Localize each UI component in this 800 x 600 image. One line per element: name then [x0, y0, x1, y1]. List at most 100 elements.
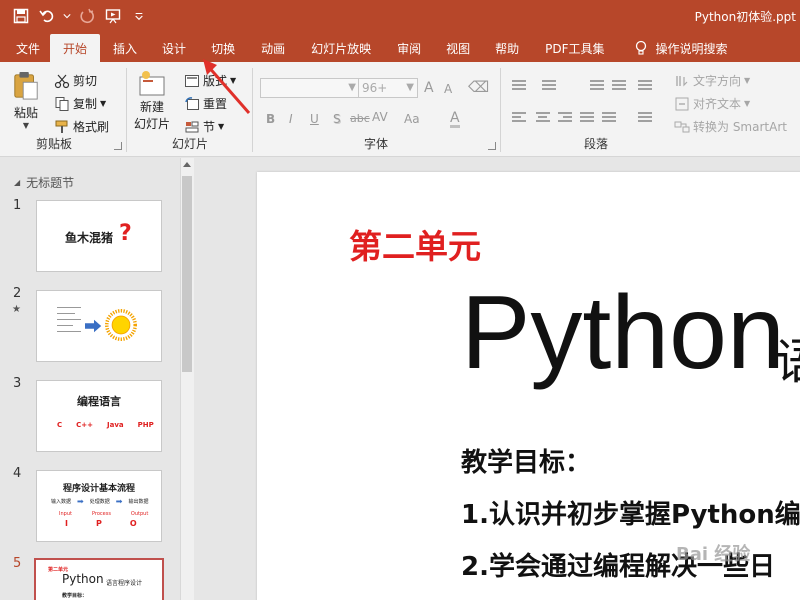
section-button[interactable]: 节 ▼: [184, 118, 224, 135]
thumb-sub: 语言程序设计: [106, 580, 143, 587]
format-painter-label: 格式刷: [73, 120, 110, 134]
convert-smartart-button[interactable]: 转换为 SmartArt: [674, 118, 787, 135]
thumb-eng: Input Process Output: [59, 511, 149, 517]
slide-number: 2: [13, 286, 22, 301]
undo-icon[interactable]: [36, 5, 58, 27]
align-text-label: 对齐文本: [693, 97, 742, 111]
increase-indent-icon[interactable]: [612, 80, 626, 92]
paste-icon: [14, 72, 38, 100]
clipboard-group: 粘贴 ▼ 剪切 复制 ▼ 格式刷 剪贴板: [4, 66, 124, 154]
format-painter-button[interactable]: 格式刷: [54, 118, 109, 135]
section-icon: [185, 121, 199, 132]
tab-pdf-tools[interactable]: PDF工具集: [532, 34, 617, 62]
slide-thumbnail-2[interactable]: [36, 290, 162, 362]
slide-number: 3: [13, 376, 22, 391]
align-left-icon[interactable]: [512, 112, 526, 124]
new-slide-button[interactable]: 新建 幻灯片: [134, 70, 170, 132]
start-from-beginning-icon[interactable]: [102, 5, 124, 27]
tab-animations[interactable]: 动画: [248, 34, 298, 62]
redo-icon[interactable]: [76, 5, 98, 27]
text-direction-button[interactable]: 文字方向 ▼: [674, 72, 750, 89]
paste-button[interactable]: 粘贴 ▼: [12, 70, 40, 130]
font-name-combo[interactable]: ▼: [260, 78, 360, 98]
slide-thumbnail-pane: ◢ 无标题节 1 鱼木混猪 ? 2 ★ 3 编程语言 C C++ Java PHP 4…: [0, 158, 198, 600]
title-bar: Python初体验.ppt: [0, 0, 800, 34]
shrink-font-button[interactable]: A: [444, 82, 452, 96]
bold-button[interactable]: B: [266, 112, 275, 126]
thumb-title: 编程语言: [77, 395, 121, 408]
copy-icon: [55, 96, 69, 111]
slide-title[interactable]: Python: [461, 274, 785, 393]
align-center-icon[interactable]: [536, 112, 550, 124]
tab-help[interactable]: 帮助: [482, 34, 532, 62]
slide-thumbnail-5[interactable]: 第二单元 Python 语言程序设计 教学目标：: [34, 558, 164, 600]
paste-label: 粘贴: [13, 106, 38, 120]
slide-title-continued[interactable]: 语: [775, 322, 800, 392]
slide-thumbnail-1[interactable]: 鱼木混猪 ?: [36, 200, 162, 272]
section-header[interactable]: ◢ 无标题节: [14, 174, 74, 191]
slide-thumbnail-4[interactable]: 程序设计基本流程 输入数据 ➡ 处理数据 ➡ 输出数据 Input Process Ou…: [36, 470, 162, 542]
document-title: Python初体验.ppt: [694, 10, 796, 24]
animation-star-icon: ★: [12, 304, 21, 315]
slide-goal-1[interactable]: 1.认识并初步掌握Python编: [461, 494, 800, 531]
align-text-button[interactable]: 对齐文本 ▼: [674, 95, 750, 112]
align-right-icon[interactable]: [558, 112, 572, 124]
dialog-launcher-icon[interactable]: [488, 142, 496, 150]
char-spacing-button[interactable]: AV: [372, 110, 388, 124]
font-color-button[interactable]: A: [450, 111, 460, 128]
justify-icon[interactable]: [580, 112, 594, 124]
save-icon[interactable]: [10, 5, 32, 27]
distribute-icon[interactable]: [638, 112, 652, 124]
tab-review[interactable]: 审阅: [384, 34, 434, 62]
customize-toolbar-icon[interactable]: [128, 5, 150, 27]
tell-me-search[interactable]: 操作说明搜索: [618, 34, 738, 62]
underline-button[interactable]: U: [310, 112, 319, 126]
tab-slideshow[interactable]: 幻灯片放映: [298, 34, 384, 62]
new-slide-icon: [139, 71, 165, 96]
thumb-letters: IPO: [65, 519, 137, 528]
section-name: 无标题节: [26, 176, 75, 190]
scroll-up-icon[interactable]: [183, 162, 191, 167]
strikethrough-button[interactable]: abc: [350, 112, 370, 125]
numbering-icon[interactable]: [542, 80, 556, 92]
chevron-down-icon: ▼: [100, 99, 107, 108]
tab-file[interactable]: 文件: [6, 34, 50, 62]
thumb-title: 程序设计基本流程: [62, 484, 135, 494]
tab-design[interactable]: 设计: [150, 34, 198, 62]
slide-number: 1: [13, 198, 22, 213]
change-case-button[interactable]: Aa: [404, 112, 420, 126]
arrow-right-icon: [85, 319, 102, 333]
tab-insert[interactable]: 插入: [100, 34, 150, 62]
columns-icon[interactable]: [602, 112, 616, 124]
cut-button[interactable]: 剪切: [54, 72, 97, 89]
italic-button[interactable]: I: [289, 112, 293, 126]
scissors-icon: [54, 74, 70, 88]
align-text-icon: [675, 97, 689, 110]
annotation-arrow-icon: [203, 59, 251, 114]
clear-format-icon[interactable]: ⌫: [468, 78, 489, 96]
slide-unit-heading[interactable]: 第二单元: [349, 220, 481, 268]
line-spacing-icon[interactable]: [638, 80, 652, 92]
question-mark-icon: ?: [119, 221, 132, 246]
bullets-icon[interactable]: [512, 80, 526, 92]
copy-button[interactable]: 复制 ▼: [54, 95, 106, 112]
slide-thumbnail-3[interactable]: 编程语言 C C++ Java PHP: [36, 380, 162, 452]
text-direction-icon: [676, 75, 688, 86]
grow-font-button[interactable]: A: [424, 80, 434, 96]
slide-canvas[interactable]: 第二单元 Python 语 教学目标： 1.认识并初步掌握Python编 2.学…: [257, 172, 800, 600]
decrease-indent-icon[interactable]: [590, 80, 604, 92]
lightbulb-icon: [635, 40, 646, 55]
slide-goal-heading[interactable]: 教学目标：: [461, 442, 591, 479]
copy-label: 复制: [73, 97, 98, 111]
cut-label: 剪切: [73, 74, 98, 88]
shadow-button[interactable]: S: [333, 112, 341, 126]
tab-home[interactable]: 开始: [50, 34, 101, 62]
tab-view[interactable]: 视图: [434, 34, 482, 62]
font-size-combo[interactable]: 96+ ▼: [358, 78, 418, 98]
thumb-langs: C C++ Java PHP: [57, 421, 154, 429]
thumb-text-lines: [57, 307, 81, 337]
scrollbar-thumb[interactable]: [182, 176, 192, 372]
chevron-down-icon[interactable]: [62, 5, 72, 27]
collapse-triangle-icon[interactable]: ◢: [14, 178, 20, 187]
dialog-launcher-icon[interactable]: [114, 142, 122, 150]
